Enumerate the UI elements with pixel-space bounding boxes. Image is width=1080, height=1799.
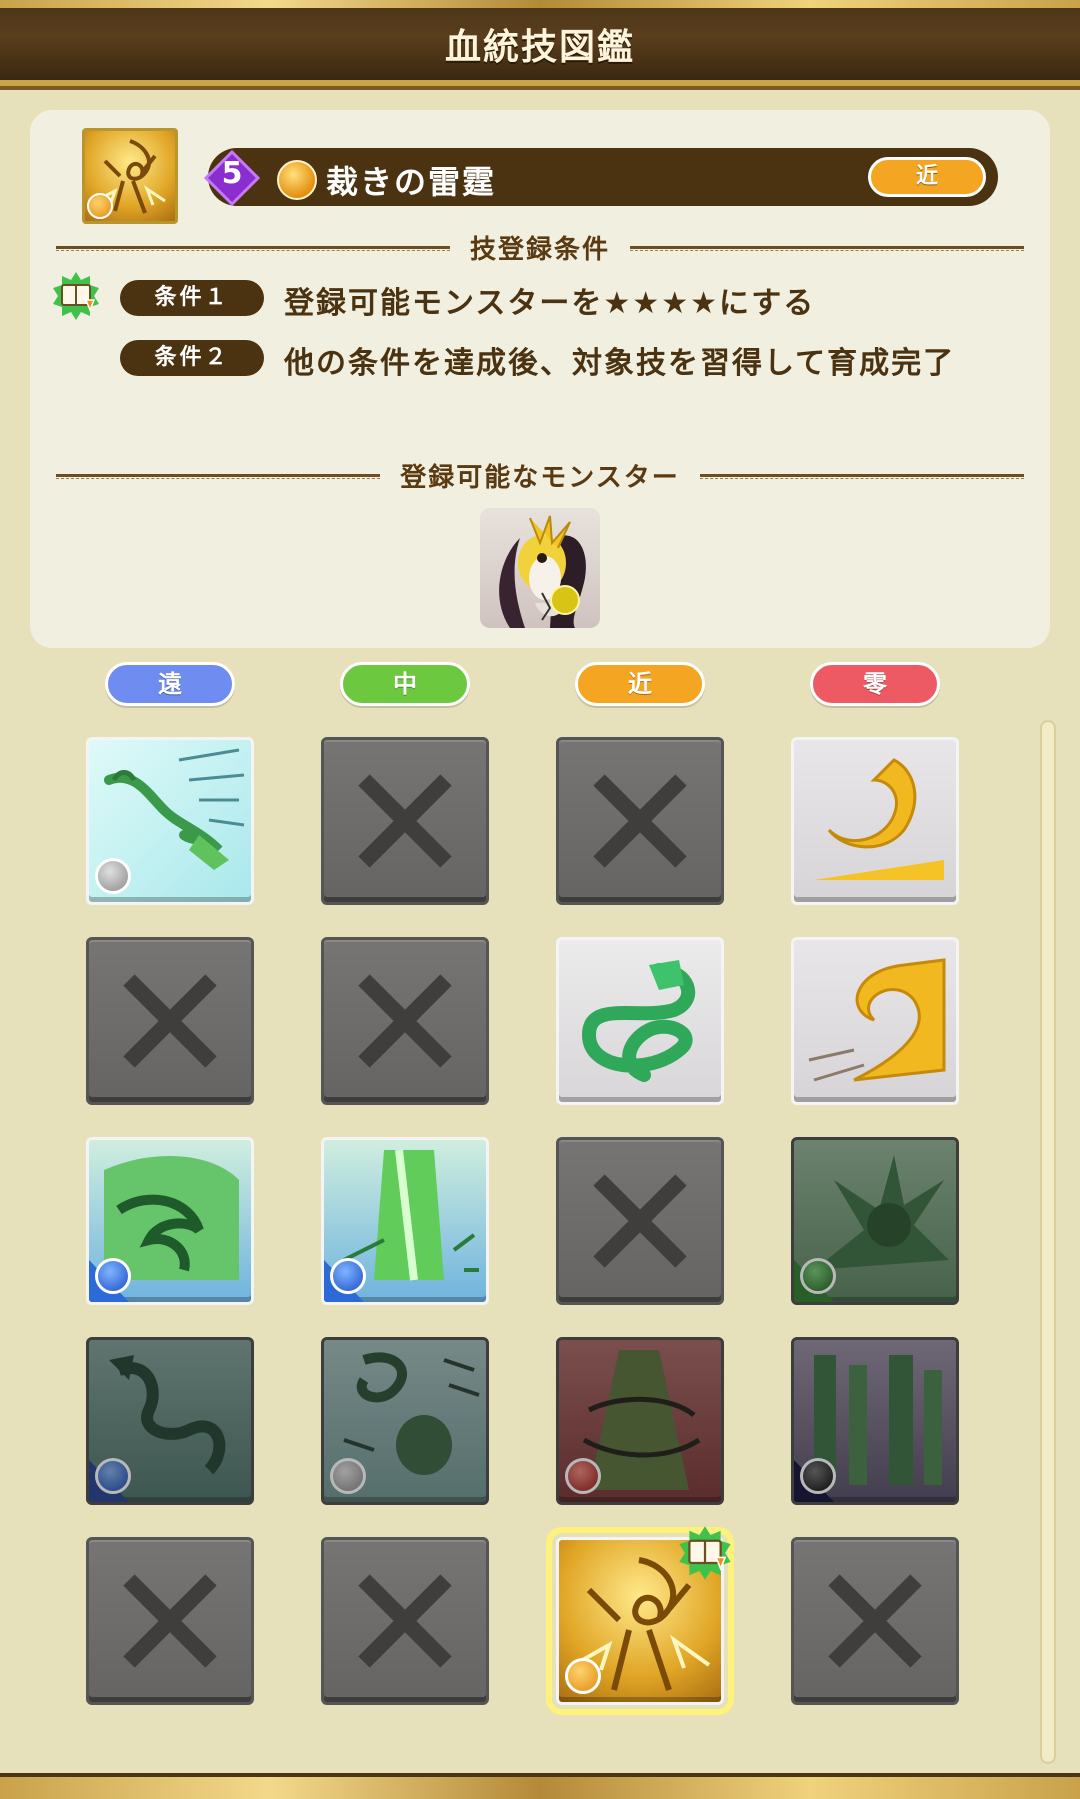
skill-cell-locked[interactable] [556,737,724,905]
skill-cell-locked[interactable] [791,1537,959,1705]
element-orb-icon [330,1458,366,1494]
skill-cell-spiked-orb[interactable] [791,1137,959,1305]
element-orb-icon [565,1458,601,1494]
book-registered-icon [676,1524,734,1582]
range-pill: 近 [868,157,986,197]
element-orb-icon [87,193,113,219]
element-orb-icon [95,858,131,894]
registrable-monster-thumbnail[interactable] [480,508,600,628]
skill-cell-green-pillar[interactable] [321,1137,489,1305]
skill-name: 裁きの雷霆 [326,163,497,201]
divider [56,473,381,479]
cross-icon [593,1174,687,1268]
selected-skill-thumbnail [82,128,178,224]
conditions-heading: 技登録条件 [56,232,1025,265]
element-orb-icon [800,1458,836,1494]
skill-cell-locked[interactable] [321,937,489,1105]
scrollbar[interactable] [1040,720,1056,1764]
footer-frame [0,1773,1080,1799]
monsters-heading: 登録可能なモンスター [56,460,1025,493]
skill-cell-serpent-coil[interactable] [556,937,724,1105]
cross-icon [593,774,687,868]
skill-cell-locked[interactable] [86,937,254,1105]
skill-cell-shadow-dragon[interactable] [86,1337,254,1505]
page-title: 血統技図鑑 [444,27,635,68]
tab-far[interactable]: 遠 [105,662,235,706]
skill-cell-golden-arc[interactable] [791,737,959,905]
cross-icon [123,1574,217,1668]
condition-1-badge: 条件１ [120,280,264,316]
element-orb-icon [565,1658,601,1694]
skill-cell-golden-swirl[interactable] [791,937,959,1105]
element-orb-icon [95,1458,131,1494]
element-orb-icon [95,1258,131,1294]
cross-icon [358,774,452,868]
cross-icon [123,974,217,1068]
skill-cell-locked[interactable] [86,1537,254,1705]
element-orb-icon [330,1258,366,1294]
skill-cell-locked[interactable] [321,737,489,905]
tab-zero[interactable]: 零 [810,662,940,706]
skill-cell-bamboo-forest[interactable] [791,1337,959,1505]
rank-badge: 5 [203,149,261,207]
conditions-heading-text: 技登録条件 [470,234,611,265]
skill-cell-fist-swirl[interactable] [321,1337,489,1505]
condition-1-text: 登録可能モンスターを★★★★にする [284,286,816,321]
divider [699,473,1025,479]
cross-icon [358,1574,452,1668]
skill-cell-thorn-pillar[interactable] [556,1337,724,1505]
book-icon [50,270,102,322]
element-orb-icon [800,1258,836,1294]
divider [630,245,1025,251]
skill-cell-locked[interactable] [321,1537,489,1705]
cross-icon [828,1574,922,1668]
skill-cell-dragon-rush[interactable] [86,737,254,905]
tab-mid[interactable]: 中 [340,662,470,706]
element-coin-icon [277,160,317,200]
skill-cell-locked[interactable] [556,1137,724,1305]
divider [56,245,450,251]
rank-number: 5 [221,156,243,191]
cross-icon [358,974,452,1068]
header-bar: 血統技図鑑 [0,0,1080,86]
condition-2-text: 他の条件を達成後、対象技を習得して育成完了 [284,346,956,381]
skill-cell-dragon-wave[interactable] [86,1137,254,1305]
monsters-heading-text: 登録可能なモンスター [400,462,680,493]
condition-2-badge: 条件２ [120,340,264,376]
tab-near[interactable]: 近 [575,662,705,706]
